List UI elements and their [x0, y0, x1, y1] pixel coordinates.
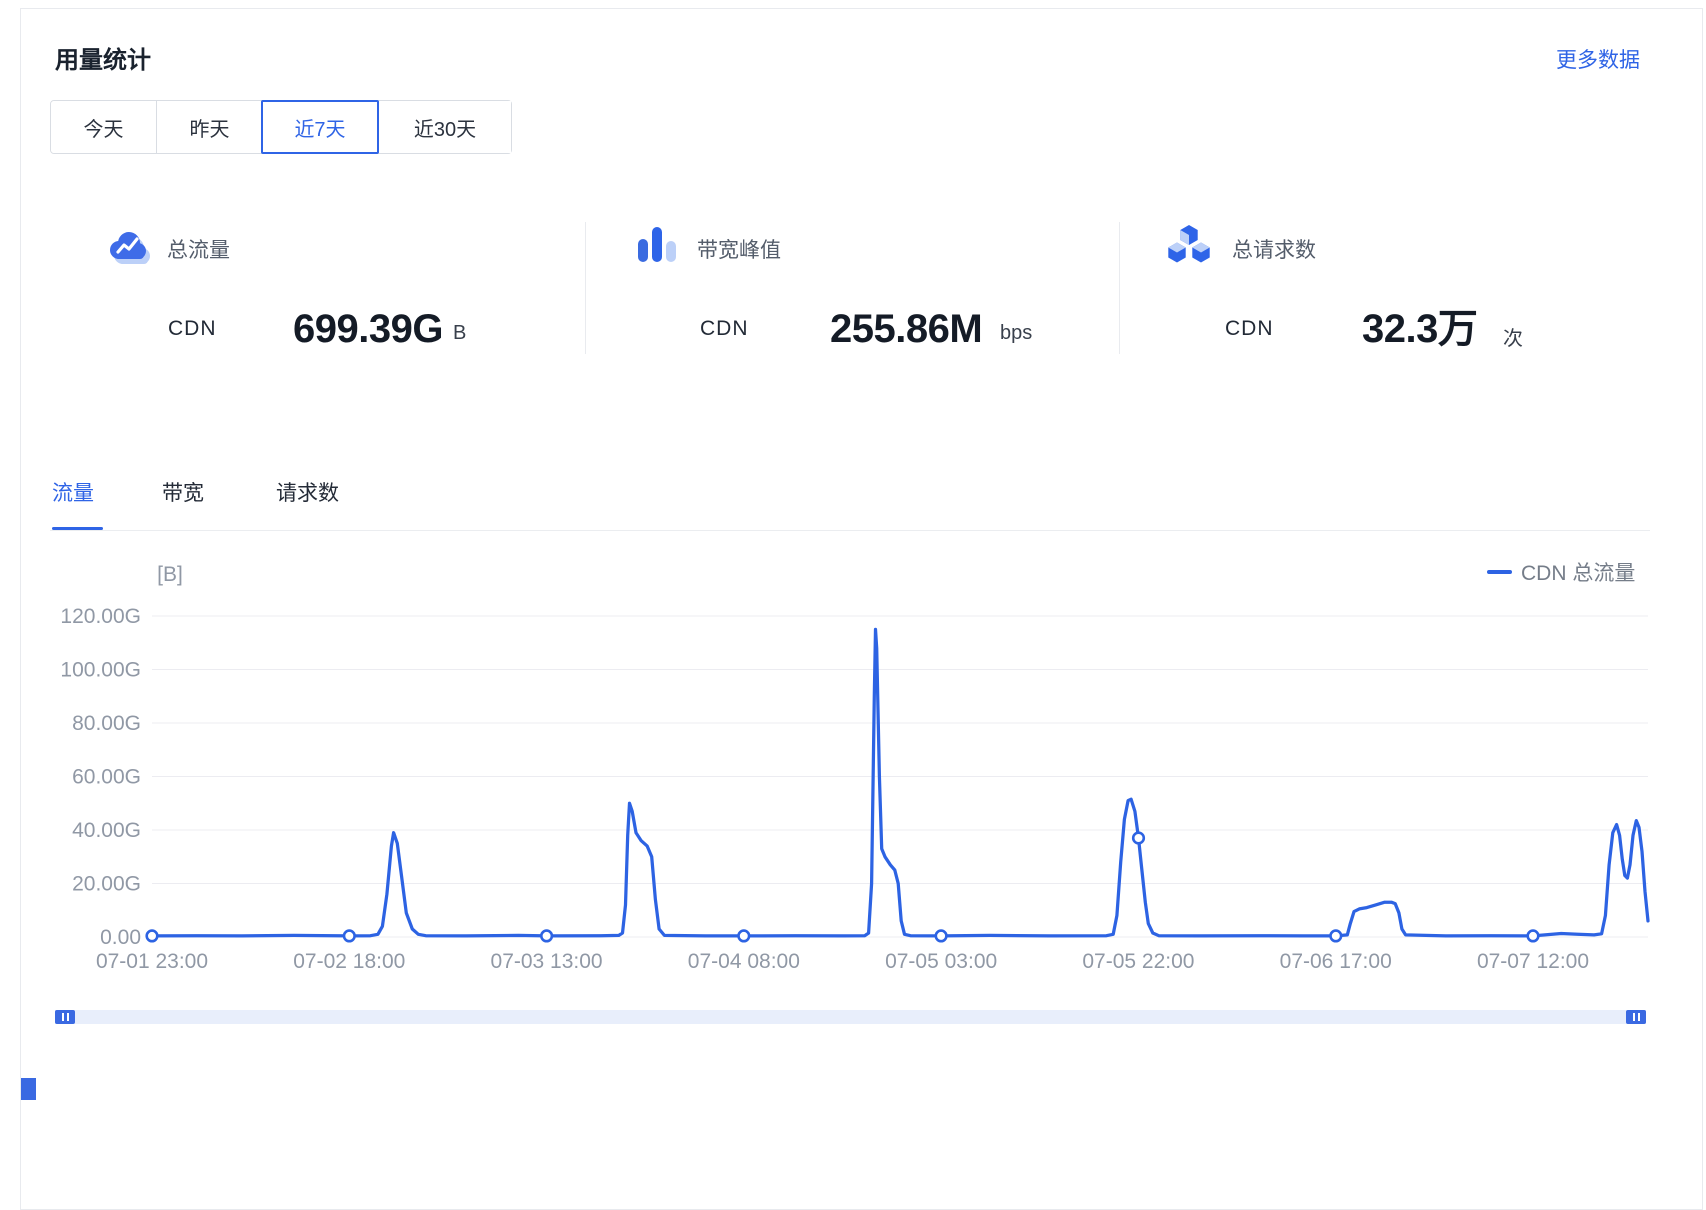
stat-label-requests: 总请求数 [1232, 234, 1316, 264]
svg-text:07-05 22:00: 07-05 22:00 [1082, 950, 1194, 973]
stat-unit: 次 [1503, 322, 1523, 351]
tab-requests[interactable]: 请求数 [276, 477, 339, 507]
svg-text:0.00: 0.00 [100, 926, 141, 949]
stat-value-bandwidth: 255.86M [830, 309, 982, 349]
cloud-traffic-icon [104, 223, 150, 269]
bandwidth-bars-icon [633, 222, 679, 268]
stat-product: CDN [168, 317, 217, 341]
stat-divider [1119, 222, 1120, 354]
stat-product: CDN [700, 317, 749, 341]
pause-icon [62, 1013, 64, 1021]
stat-divider [585, 222, 586, 354]
requests-cubes-icon [1166, 222, 1212, 268]
svg-text:07-06 17:00: 07-06 17:00 [1280, 950, 1392, 973]
slider-right-handle[interactable] [1626, 1010, 1646, 1024]
more-data-link[interactable]: 更多数据 [1556, 44, 1640, 74]
stat-value-requests: 32.3万 [1362, 309, 1477, 349]
stat-label-bandwidth: 带宽峰值 [697, 234, 781, 264]
svg-text:20.00G: 20.00G [72, 873, 141, 896]
svg-text:07-03 13:00: 07-03 13:00 [491, 950, 603, 973]
svg-text:[B]: [B] [157, 563, 183, 586]
page-title: 用量统计 [55, 40, 151, 75]
traffic-line-chart[interactable]: 120.00G 100.00G 80.00G 60.00G 40.00G 20.00G 0.… [0, 540, 1706, 1000]
svg-text:120.00G: 120.00G [60, 605, 141, 628]
svg-text:80.00G: 80.00G [72, 712, 141, 735]
svg-text:100.00G: 100.00G [60, 659, 141, 682]
stat-unit: B [453, 322, 466, 345]
pause-icon [67, 1013, 69, 1021]
pause-icon [1633, 1013, 1635, 1021]
next-section-partial-block [21, 1078, 36, 1100]
range-button-7days[interactable]: 近7天 [261, 100, 379, 154]
range-button-30days[interactable]: 近30天 [378, 101, 511, 153]
tab-traffic[interactable]: 流量 [52, 477, 94, 507]
svg-text:07-01 23:00: 07-01 23:00 [96, 950, 208, 973]
svg-text:07-04 08:00: 07-04 08:00 [688, 950, 800, 973]
stat-label-traffic: 总流量 [167, 234, 230, 264]
range-button-today[interactable]: 今天 [51, 101, 156, 153]
svg-text:07-05 03:00: 07-05 03:00 [885, 950, 997, 973]
tab-bandwidth[interactable]: 带宽 [162, 477, 204, 507]
stat-product: CDN [1225, 317, 1274, 341]
stat-unit: bps [1000, 322, 1032, 345]
chart-range-slider-track[interactable] [55, 1010, 1646, 1024]
svg-text:60.00G: 60.00G [72, 766, 141, 789]
pause-icon [1638, 1013, 1640, 1021]
range-button-yesterday[interactable]: 昨天 [156, 101, 262, 153]
stat-value-traffic: 699.39G [293, 309, 443, 349]
date-range-group: 今天 昨天 近7天 近30天 [50, 100, 512, 154]
svg-text:07-02 18:00: 07-02 18:00 [293, 950, 405, 973]
tab-divider [50, 530, 1650, 531]
svg-text:40.00G: 40.00G [72, 819, 141, 842]
slider-left-handle[interactable] [55, 1010, 75, 1024]
svg-text:07-07 12:00: 07-07 12:00 [1477, 950, 1589, 973]
